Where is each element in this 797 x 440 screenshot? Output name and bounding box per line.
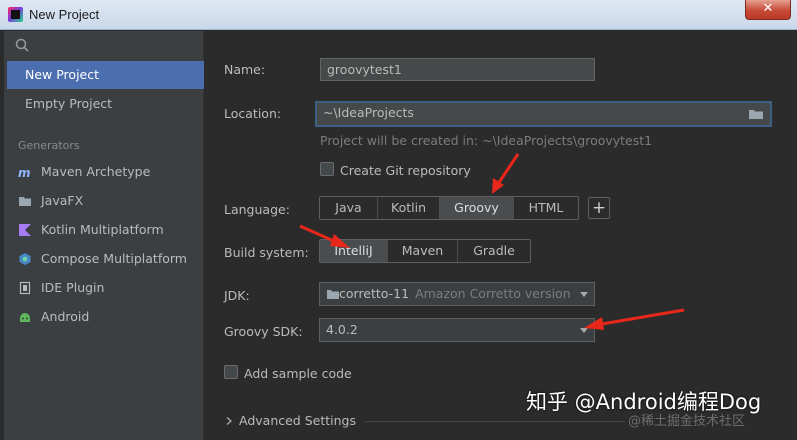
intellij-app-icon: [8, 7, 23, 22]
name-input[interactable]: groovytest1: [320, 58, 595, 81]
sidebar-item-label: Kotlin Multiplatform: [41, 222, 164, 237]
sidebar-item-label: Maven Archetype: [41, 164, 151, 179]
groovy-sdk-value: 4.0.2: [326, 322, 358, 337]
window-title: New Project: [29, 7, 100, 22]
build-option-maven[interactable]: Maven: [388, 240, 458, 262]
language-option-groovy[interactable]: Groovy: [440, 197, 514, 219]
chevron-down-icon: [580, 328, 588, 333]
sidebar-item-label: IDE Plugin: [41, 280, 105, 295]
jdk-label: JDK:: [224, 288, 250, 303]
build-option-gradle[interactable]: Gradle: [458, 240, 530, 262]
sample-code-label: Add sample code: [244, 366, 352, 381]
groovy-sdk-dropdown[interactable]: 4.0.2: [319, 318, 595, 342]
jdk-detail: Amazon Corretto version: [415, 286, 571, 301]
maven-icon: m: [18, 166, 31, 179]
jdk-value: corretto-11: [339, 286, 410, 301]
location-hint: Project will be created in: ~\IdeaProjec…: [320, 133, 653, 148]
language-option-kotlin[interactable]: Kotlin: [378, 197, 440, 219]
create-git-label: Create Git repository: [340, 163, 471, 178]
sidebar-item-label: Android: [41, 309, 90, 324]
project-settings-panel: Name: groovytest1 Location: ~\IdeaProjec…: [205, 31, 797, 440]
plugin-icon: [19, 281, 31, 295]
advanced-settings-toggle[interactable]: Advanced Settings: [224, 413, 356, 428]
browse-folder-icon[interactable]: [748, 107, 764, 121]
chevron-right-icon: [226, 417, 232, 425]
compose-icon: [19, 253, 31, 265]
location-value: ~\IdeaProjects: [323, 105, 414, 120]
add-language-button[interactable]: +: [588, 197, 610, 219]
build-option-intellij[interactable]: IntelliJ: [320, 240, 388, 262]
sidebar-item-maven-archetype[interactable]: m Maven Archetype: [18, 161, 150, 183]
name-label: Name:: [224, 62, 266, 77]
sidebar-item-label: Compose Multiplatform: [41, 251, 187, 266]
language-option-html[interactable]: HTML: [514, 197, 578, 219]
sidebar-item-javafx[interactable]: JavaFX: [18, 190, 83, 212]
title-bar: New Project ✕: [0, 0, 797, 30]
sidebar-item-kotlin-multiplatform[interactable]: Kotlin Multiplatform: [18, 219, 164, 241]
svg-text:m: m: [18, 166, 31, 179]
project-type-sidebar: New Project Empty Project Generators m M…: [4, 31, 204, 440]
close-window-button[interactable]: ✕: [745, 0, 791, 20]
sidebar-item-label: JavaFX: [41, 193, 84, 208]
advanced-settings-label: Advanced Settings: [239, 413, 356, 428]
advanced-divider: [365, 421, 625, 422]
sidebar-item-empty-project[interactable]: Empty Project: [7, 90, 204, 118]
language-option-java[interactable]: Java: [320, 197, 378, 219]
search-icon[interactable]: [14, 37, 32, 55]
sidebar-item-android[interactable]: Android: [18, 306, 89, 328]
generators-section-label: Generators: [18, 139, 80, 152]
jdk-dropdown[interactable]: corretto-11 Amazon Corretto version: [319, 282, 595, 306]
sidebar-item-ide-plugin[interactable]: IDE Plugin: [18, 277, 104, 299]
jdk-folder-icon: [327, 290, 339, 299]
location-label: Location:: [224, 106, 282, 121]
chevron-down-icon: [580, 292, 588, 297]
sidebar-item-compose-multiplatform[interactable]: Compose Multiplatform: [18, 248, 187, 270]
kotlin-icon: [19, 224, 31, 236]
language-selector: Java Kotlin Groovy HTML: [319, 196, 579, 220]
sidebar-item-new-project[interactable]: New Project: [7, 61, 204, 89]
folder-icon: [19, 197, 31, 206]
android-icon: [20, 313, 30, 322]
create-git-checkbox[interactable]: [320, 162, 334, 176]
watermark-juejin: @稀土掘金技术社区: [628, 414, 746, 429]
build-system-label: Build system:: [224, 245, 309, 260]
sample-code-checkbox[interactable]: [224, 365, 238, 379]
groovy-sdk-label: Groovy SDK:: [224, 324, 303, 339]
location-input[interactable]: ~\IdeaProjects: [315, 101, 772, 127]
build-system-selector: IntelliJ Maven Gradle: [319, 239, 531, 263]
language-label: Language:: [224, 202, 290, 217]
